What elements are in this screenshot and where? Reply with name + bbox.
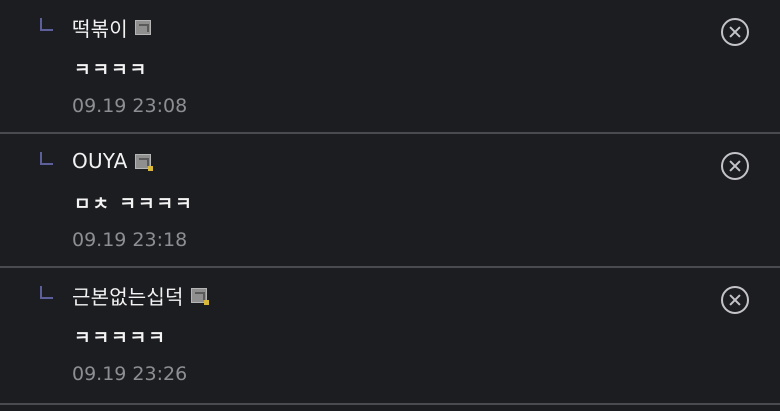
comment-text: ㅋㅋㅋㅋㅋ <box>74 328 167 349</box>
level-badge-icon <box>134 19 151 35</box>
comment-text: ㅁㅊ ㅋㅋㅋㅋ <box>74 194 194 215</box>
circle-close-icon[interactable] <box>721 152 749 180</box>
reply-item: OUYA ㅁㅊ ㅋㅋㅋㅋ 09.19 23:18 <box>0 134 780 268</box>
nickname-row: 떡볶이 <box>72 13 151 41</box>
timestamp: 09.19 23:08 <box>72 95 188 117</box>
timestamp: 09.19 23:26 <box>72 363 188 385</box>
timestamp: 09.19 23:18 <box>72 229 188 251</box>
level-badge-icon <box>134 153 153 171</box>
reply-arrow-icon <box>40 18 53 31</box>
nickname-row: 근본없는십덕 <box>72 281 209 310</box>
nickname[interactable]: 떡볶이 <box>72 13 128 42</box>
comment-text: ㅋㅋㅋㅋ <box>74 60 149 81</box>
circle-close-icon[interactable] <box>721 18 749 46</box>
circle-close-icon[interactable] <box>721 286 749 314</box>
nickname[interactable]: 근본없는십덕 <box>72 281 184 310</box>
reply-item: 근본없는십덕 ㅋㅋㅋㅋㅋ 09.19 23:26 <box>0 268 780 405</box>
reply-arrow-icon <box>40 286 53 299</box>
reply-arrow-icon <box>40 152 53 165</box>
reply-list: 떡볶이 ㅋㅋㅋㅋ 09.19 23:08 OUYA ㅁㅊ ㅋㅋㅋㅋ 09.19 … <box>0 0 780 411</box>
nickname[interactable]: OUYA <box>72 149 128 173</box>
nickname-row: OUYA <box>72 147 153 175</box>
reply-item: 떡볶이 ㅋㅋㅋㅋ 09.19 23:08 <box>0 0 780 134</box>
level-badge-icon <box>190 287 209 305</box>
